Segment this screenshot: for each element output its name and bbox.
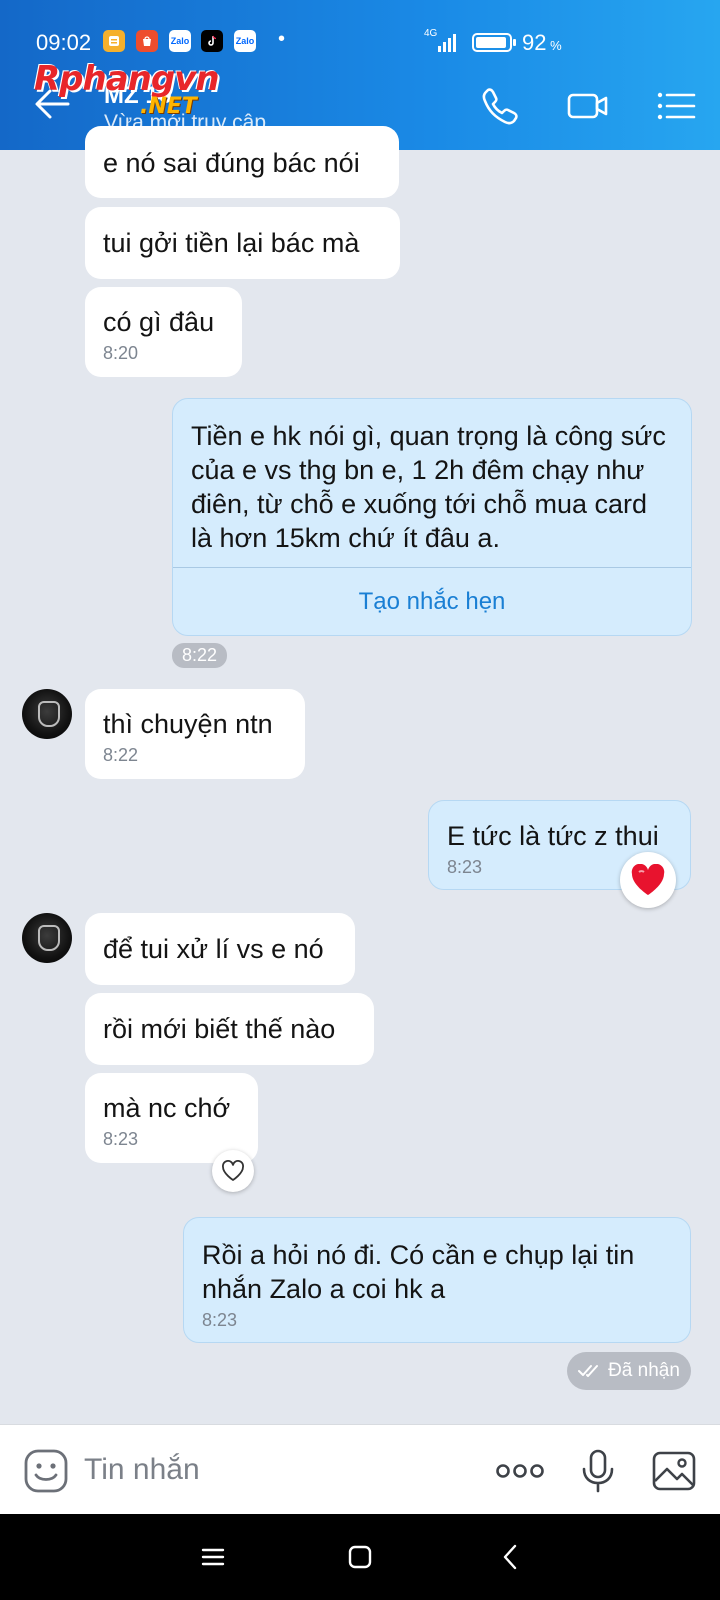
emoji-icon[interactable] [22, 1447, 70, 1495]
signal-icon [438, 32, 456, 52]
notes-app-icon [103, 30, 125, 52]
message-bubble-sent[interactable]: Tiền e hk nói gì, quan trọng là công sức… [172, 398, 692, 636]
network-type: 4G [424, 28, 438, 39]
message-text: để tui xử lí vs e nó [103, 934, 324, 964]
message-text: Tiền e hk nói gì, quan trọng là công sức… [191, 421, 666, 553]
message-composer [0, 1424, 720, 1514]
watermark-logo: Rphangvn [34, 59, 220, 99]
message-input[interactable] [84, 1445, 464, 1495]
back-icon[interactable] [496, 1542, 526, 1572]
phone-call-icon[interactable] [478, 84, 522, 128]
message-text: Rồi a hỏi nó đi. Có cần e chụp lại tin n… [202, 1240, 635, 1304]
zalo-app-icon: Zalo [169, 30, 191, 52]
message-text: mà nc chớ [103, 1093, 231, 1123]
more-options-icon[interactable] [494, 1447, 546, 1495]
zalo-app-icon: Zalo [234, 30, 256, 52]
delivery-status-badge: Đã nhận [567, 1352, 691, 1390]
message-text: thì chuyện ntn [103, 709, 273, 739]
system-navigation-bar [0, 1514, 720, 1600]
contact-avatar[interactable] [22, 689, 72, 739]
video-call-icon[interactable] [566, 84, 610, 128]
watermark-logo-suffix: .NET [140, 94, 197, 119]
message-text: rồi mới biết thế nào [103, 1014, 336, 1044]
create-reminder-link[interactable]: Tạo nhắc hẹn [173, 585, 691, 619]
notification-dot: • [278, 28, 286, 50]
message-bubble-received[interactable]: e nó sai đúng bác nói [85, 126, 399, 198]
message-time: 8:20 [103, 343, 139, 363]
contact-avatar[interactable] [22, 913, 72, 963]
message-time: 8:23 [202, 1310, 238, 1330]
double-check-icon [578, 1365, 599, 1377]
message-bubble-received[interactable]: tui gởi tiền lại bác mà [85, 207, 400, 279]
status-time: 09:02 [36, 30, 92, 55]
battery-icon [472, 33, 516, 52]
red-heart-icon[interactable] [620, 852, 676, 908]
message-time: 8:22 [103, 745, 139, 765]
home-icon[interactable] [345, 1542, 375, 1572]
message-text: E tức là tức z thui [447, 821, 659, 851]
battery-percent: 92 % [522, 30, 562, 55]
delivery-status-text: Đã nhận [608, 1360, 680, 1381]
message-bubble-sent[interactable]: Rồi a hỏi nó đi. Có cần e chụp lại tin n… [183, 1217, 691, 1343]
message-text: có gì đâu [103, 307, 215, 337]
tiktok-app-icon [201, 30, 223, 52]
microphone-icon[interactable] [574, 1447, 622, 1495]
status-bar: 09:02 Zalo Zalo • 4G 92 % [0, 0, 720, 62]
message-text: tui gởi tiền lại bác mà [103, 228, 360, 258]
recent-apps-icon[interactable] [198, 1542, 228, 1572]
message-time: 8:23 [103, 1129, 139, 1149]
message-time-chip: 8:22 [172, 643, 228, 668]
shopee-app-icon [136, 30, 158, 52]
message-bubble-received[interactable]: thì chuyện ntn 8:22 [85, 689, 305, 779]
message-text: e nó sai đúng bác nói [103, 148, 360, 178]
image-gallery-icon[interactable] [650, 1447, 698, 1495]
menu-list-icon[interactable] [654, 84, 698, 128]
message-bubble-received[interactable]: rồi mới biết thế nào [85, 993, 374, 1065]
bubble-divider [173, 567, 691, 568]
message-bubble-received[interactable]: có gì đâu 8:20 [85, 287, 242, 377]
message-bubble-received[interactable]: để tui xử lí vs e nó [85, 913, 355, 985]
heart-outline-icon[interactable] [212, 1150, 254, 1192]
